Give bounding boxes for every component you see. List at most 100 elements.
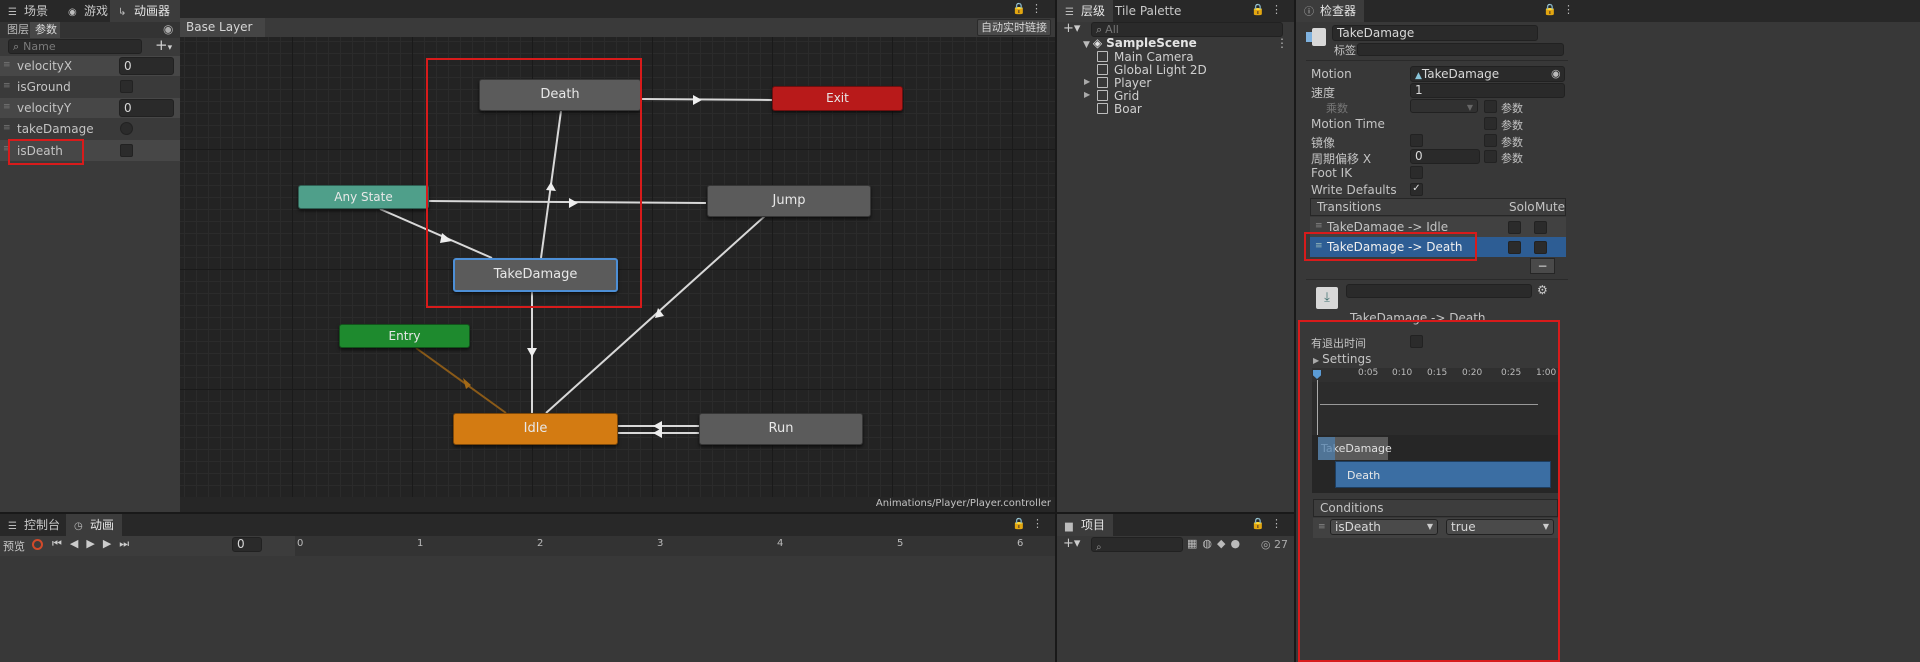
drag-handle-icon[interactable]: ≡ (1315, 241, 1323, 251)
motion-time-param-checkbox[interactable] (1484, 117, 1497, 130)
isdeath-checkbox[interactable] (120, 144, 133, 157)
param-search-input[interactable]: ⌕ Name (8, 39, 142, 54)
transition-row[interactable]: ≡ TakeDamage -> Idle (1310, 217, 1566, 237)
transition-row-selected[interactable]: ≡ TakeDamage -> Death (1310, 237, 1566, 257)
mute-checkbox[interactable] (1534, 221, 1547, 234)
state-any-state[interactable]: Any State (298, 185, 429, 209)
lock-icon[interactable]: 🔒⋮ (1251, 3, 1288, 16)
frame-field[interactable]: 0 (232, 537, 262, 552)
clip-to[interactable]: Death (1335, 461, 1551, 488)
state-take-damage[interactable]: TakeDamage (453, 258, 618, 292)
hierarchy-item-main-camera[interactable]: Main Camera (1097, 50, 1194, 64)
drag-handle-icon[interactable]: ≡ (3, 60, 11, 70)
tab-scene[interactable]: ☰ 场景 (0, 0, 56, 22)
animation-ruler[interactable]: 0 1 2 3 4 5 6 (295, 536, 1055, 556)
animation-panel: ☰ 控制台 ◷ 动画 🔒⋮ 预览 ⏮◀▶▶⏭ 0 0 1 2 3 4 5 6 (0, 514, 1055, 662)
hierarchy-tabbar: ☰ 层级 Tile Palette 🔒⋮ (1057, 0, 1294, 22)
state-run[interactable]: Run (699, 413, 863, 445)
hierarchy-item-global-light[interactable]: Global Light 2D (1097, 63, 1207, 77)
speed-field[interactable]: 1 (1410, 83, 1565, 98)
hierarchy-item-player[interactable]: ▶ Player (1084, 76, 1151, 90)
transition-name-field[interactable] (1346, 284, 1532, 298)
mirror-param-checkbox[interactable] (1484, 134, 1497, 147)
chevron-down-icon: ▼ (1542, 522, 1549, 531)
tab-project[interactable]: ▆ 项目 (1057, 514, 1114, 536)
solo-checkbox[interactable] (1508, 221, 1521, 234)
object-picker-icon[interactable]: ◉ (1551, 67, 1561, 80)
add-object-button[interactable]: +▾ (1063, 21, 1080, 36)
tab-hierarchy[interactable]: ☰ 层级 (1057, 0, 1114, 22)
animation-toolbar: 预览 ⏮◀▶▶⏭ 0 0 1 2 3 4 5 6 (0, 536, 1055, 556)
remove-transition-button[interactable]: − (1530, 258, 1555, 274)
drag-handle-icon[interactable]: ≡ (3, 123, 11, 133)
state-death[interactable]: Death (479, 79, 641, 111)
eye-icon[interactable]: ◉ (163, 22, 173, 36)
drag-handle-icon[interactable]: ≡ (3, 81, 11, 91)
mute-checkbox[interactable] (1534, 241, 1547, 254)
hierarchy-search-input[interactable]: ⌕ All (1091, 22, 1283, 37)
tag-field[interactable] (1357, 43, 1564, 56)
state-idle[interactable]: Idle (453, 413, 618, 445)
cycle-offset-param-checkbox[interactable] (1484, 150, 1497, 163)
record-icon[interactable] (32, 539, 43, 550)
drag-handle-icon[interactable]: ≡ (3, 102, 11, 112)
param-row-takedamage[interactable]: ≡ takeDamage (0, 119, 180, 139)
lock-icon[interactable]: 🔒⋮ (1012, 517, 1049, 530)
isground-checkbox[interactable] (120, 80, 133, 93)
tab-layers[interactable]: 图层 (0, 22, 30, 38)
expand-arrow-icon[interactable]: ▶ (1084, 90, 1090, 99)
project-filter-icons[interactable]: ▦◍◆● (1187, 537, 1245, 550)
create-asset-button[interactable]: +▾ (1063, 536, 1080, 551)
settings-foldout[interactable]: ▶ Settings (1313, 352, 1371, 366)
drag-handle-icon[interactable]: ≡ (1318, 522, 1326, 532)
arrow-anystate-jump (427, 200, 707, 204)
lock-icon[interactable]: 🔒⋮ (1543, 3, 1580, 16)
has-exit-time-checkbox[interactable] (1410, 335, 1423, 348)
drag-handle-icon[interactable]: ≡ (3, 144, 11, 154)
mirror-checkbox[interactable] (1410, 134, 1423, 147)
state-name-field[interactable]: TakeDamage (1332, 25, 1538, 41)
expand-arrow-icon[interactable]: ▶ (1084, 77, 1090, 86)
velocityy-value-field[interactable]: 0 (119, 99, 174, 117)
hierarchy-item-boar[interactable]: Boar (1097, 102, 1142, 116)
motion-field[interactable]: ▲TakeDamage (1410, 66, 1565, 82)
foot-ik-checkbox[interactable] (1410, 166, 1423, 179)
takedamage-trigger-radio[interactable] (120, 122, 133, 135)
scene-root[interactable]: ▼ ◈ SampleScene (1083, 36, 1197, 50)
cycle-offset-field[interactable]: 0 (1410, 149, 1480, 164)
scene-menu-icon[interactable]: ⋮ (1276, 36, 1288, 50)
hierarchy-item-grid[interactable]: ▶ Grid (1084, 89, 1139, 103)
tab-console[interactable]: ☰ 控制台 (0, 514, 68, 536)
tab-game[interactable]: ◉ 游戏 (60, 0, 116, 22)
multiplier-param-checkbox[interactable] (1484, 100, 1497, 113)
param-row-velocityy[interactable]: ≡ velocityY 0 (0, 98, 180, 118)
tab-tile-palette[interactable]: Tile Palette (1107, 0, 1189, 22)
solo-checkbox[interactable] (1508, 241, 1521, 254)
param-row-isground[interactable]: ≡ isGround (0, 77, 180, 97)
tab-animator[interactable]: ↳ 动画器 (110, 0, 180, 22)
transition-timeline[interactable]: 0:05 0:10 0:15 0:20 0:25 1:00 (1312, 368, 1558, 435)
param-row-isdeath[interactable]: ≡ isDeath (0, 140, 180, 161)
condition-row[interactable]: ≡ isDeath ▼ true ▼ (1313, 518, 1558, 538)
tab-inspector[interactable]: ⓘ 检查器 (1296, 0, 1365, 22)
lock-icon[interactable]: 🔒⋮ (1251, 517, 1288, 530)
multiplier-dropdown[interactable]: ▼ (1410, 99, 1478, 113)
state-exit[interactable]: Exit (772, 86, 903, 111)
write-defaults-checkbox[interactable]: ✓ (1410, 183, 1423, 196)
param-row-velocityx[interactable]: ≡ velocityX 0 (0, 56, 180, 76)
velocityx-value-field[interactable]: 0 (119, 57, 174, 75)
expand-arrow-icon[interactable]: ▼ (1083, 40, 1090, 50)
add-parameter-button[interactable]: +▾ (155, 36, 172, 54)
gear-icon[interactable]: ⚙ (1537, 283, 1548, 297)
project-search-input[interactable]: ⌕ (1091, 537, 1183, 552)
condition-parameter-dropdown[interactable]: isDeath ▼ (1330, 519, 1438, 535)
tab-animation[interactable]: ◷ 动画 (66, 514, 123, 536)
drag-handle-icon[interactable]: ≡ (1315, 221, 1323, 231)
tab-parameters[interactable]: 参数 (30, 22, 60, 38)
preview-button[interactable]: 预览 (3, 538, 25, 554)
state-entry[interactable]: Entry (339, 324, 470, 348)
condition-value-dropdown[interactable]: true ▼ (1446, 519, 1554, 535)
playback-controls[interactable]: ⏮◀▶▶⏭ (52, 537, 137, 551)
hidden-count: ◎ 27 (1260, 538, 1288, 551)
state-jump[interactable]: Jump (707, 185, 871, 217)
